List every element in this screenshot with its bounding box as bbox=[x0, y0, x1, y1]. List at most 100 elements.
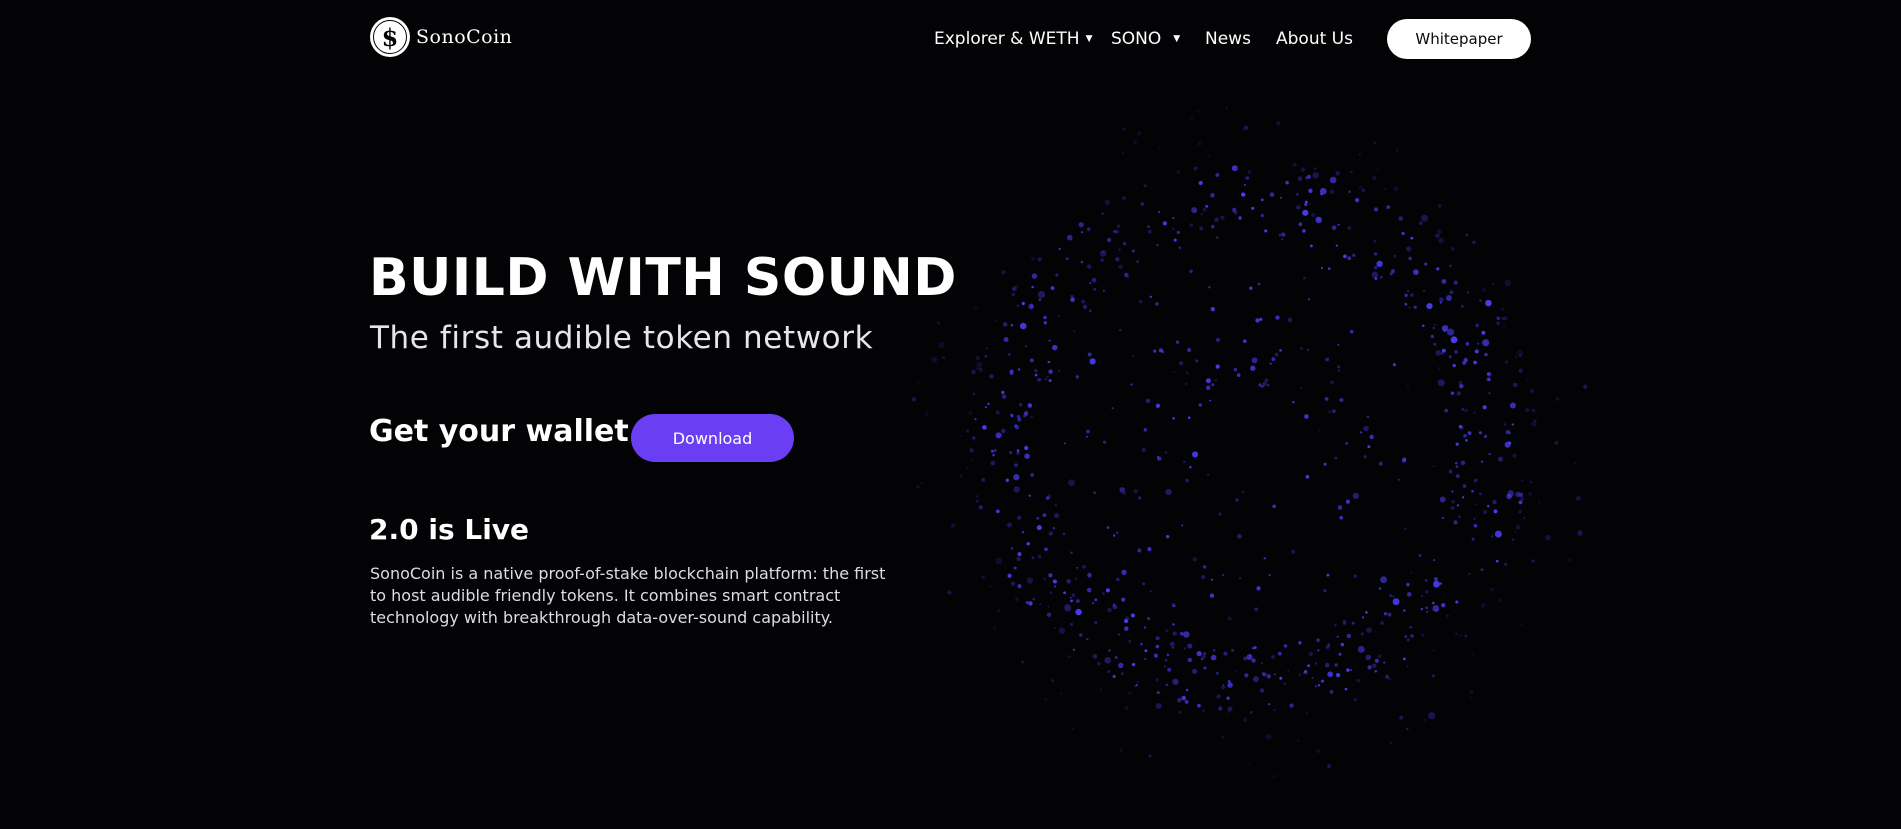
particle-dot bbox=[1198, 403, 1202, 407]
particle-dot bbox=[1503, 562, 1507, 566]
particle-dot bbox=[1413, 305, 1417, 309]
particle-dot bbox=[982, 425, 987, 430]
particle-dot bbox=[1409, 626, 1412, 629]
particle-dot bbox=[1143, 184, 1147, 188]
particle-dot bbox=[1143, 428, 1148, 432]
particle-dot bbox=[1307, 664, 1310, 668]
particle-dot bbox=[975, 499, 980, 503]
particle-dot bbox=[1230, 648, 1235, 652]
nav-item-about-us[interactable]: About Us bbox=[1276, 18, 1353, 60]
caret-down-icon: ▼ bbox=[1173, 34, 1181, 44]
particle-dot bbox=[1046, 375, 1049, 378]
particle-dot bbox=[1511, 538, 1515, 541]
particle-dot bbox=[1420, 607, 1424, 611]
particle-dot bbox=[1068, 479, 1075, 487]
particle-dot bbox=[1199, 226, 1204, 231]
particle-dot bbox=[1147, 229, 1152, 234]
nav-item-explorer-weth[interactable]: Explorer & WETH ▼ bbox=[934, 18, 1092, 60]
particle-dot bbox=[1242, 717, 1248, 722]
particle-dot bbox=[1146, 616, 1151, 621]
particle-dot bbox=[1337, 369, 1340, 372]
particle-dot bbox=[1321, 679, 1324, 683]
particle-dot bbox=[1515, 356, 1517, 359]
particle-dot bbox=[978, 367, 983, 372]
nav-item-sono[interactable]: SONO ▼ bbox=[1111, 18, 1180, 60]
particle-dot bbox=[1366, 415, 1370, 419]
particle-dot bbox=[917, 381, 920, 384]
particle-dot bbox=[1376, 260, 1383, 267]
particle-dot bbox=[1050, 286, 1055, 291]
particle-dot bbox=[1439, 582, 1442, 585]
particle-dot bbox=[1037, 257, 1042, 262]
particle-dot bbox=[1076, 599, 1080, 603]
particle-dot bbox=[1406, 665, 1409, 668]
particle-dot bbox=[1011, 292, 1016, 297]
particle-dot bbox=[1034, 368, 1038, 373]
particle-dot bbox=[1485, 299, 1492, 307]
particle-dot bbox=[1016, 449, 1020, 452]
particle-dot bbox=[1421, 214, 1429, 222]
particle-dot bbox=[1216, 694, 1221, 699]
particle-dot bbox=[1262, 672, 1267, 677]
particle-dot bbox=[1496, 316, 1500, 321]
whitepaper-button[interactable]: Whitepaper bbox=[1387, 19, 1531, 59]
particle-dot bbox=[1373, 141, 1376, 145]
particle-dot bbox=[1013, 566, 1017, 570]
particle-dot bbox=[1215, 364, 1220, 369]
particle-dot bbox=[991, 449, 994, 453]
particle-dot bbox=[1189, 115, 1194, 120]
particle-dot bbox=[1105, 587, 1110, 592]
particle-dot bbox=[1353, 574, 1358, 578]
particle-dot bbox=[1279, 349, 1282, 352]
particle-dot bbox=[1233, 207, 1236, 210]
particle-dot bbox=[1099, 250, 1107, 257]
particle-dot bbox=[1117, 633, 1121, 636]
particle-dot bbox=[1094, 620, 1098, 624]
particle-dot bbox=[1262, 381, 1267, 387]
particle-dot bbox=[987, 402, 990, 406]
particle-dot bbox=[992, 453, 995, 457]
particle-dot bbox=[1032, 597, 1035, 601]
particle-dot bbox=[1178, 246, 1182, 250]
particle-dot bbox=[1211, 383, 1215, 387]
download-button[interactable]: Download bbox=[631, 414, 794, 462]
particle-dot bbox=[1332, 409, 1336, 413]
site-header: $ SonoCoin Explorer & WETH ▼ SONO ▼ News… bbox=[0, 0, 1901, 78]
particle-dot bbox=[974, 418, 977, 421]
particle-dot bbox=[1506, 493, 1512, 500]
particle-dot bbox=[1406, 638, 1410, 642]
particle-dot bbox=[1451, 246, 1455, 251]
particle-dot bbox=[1148, 754, 1152, 758]
nav-item-news[interactable]: News bbox=[1205, 18, 1251, 60]
particle-dot bbox=[1315, 662, 1318, 665]
particle-dot bbox=[1469, 690, 1474, 695]
particle-dot bbox=[1155, 702, 1162, 710]
particle-dot bbox=[1478, 299, 1483, 303]
particle-dot bbox=[1273, 673, 1277, 676]
particle-dot bbox=[1053, 626, 1056, 629]
particle-dot bbox=[1350, 669, 1353, 671]
particle-dot bbox=[984, 406, 987, 409]
particle-dot bbox=[1432, 601, 1435, 605]
particle-dot bbox=[1123, 242, 1127, 246]
logo[interactable]: $ SonoCoin bbox=[370, 15, 512, 59]
particle-dot bbox=[1357, 645, 1365, 653]
particle-dot bbox=[1181, 524, 1184, 527]
particle-dot bbox=[1345, 499, 1350, 504]
particle-dot bbox=[1133, 489, 1138, 494]
particle-dot bbox=[1408, 256, 1412, 261]
particle-dot bbox=[1380, 576, 1388, 584]
logo-glyph: $ bbox=[373, 20, 407, 54]
particle-dot bbox=[1267, 383, 1270, 387]
particle-dot bbox=[1347, 226, 1352, 231]
particle-dot bbox=[1545, 534, 1551, 541]
particle-dot bbox=[1060, 692, 1063, 695]
particle-dot bbox=[1371, 271, 1379, 278]
particle-dot bbox=[1413, 269, 1419, 275]
particle-dot bbox=[1384, 188, 1387, 191]
particle-dot bbox=[1247, 762, 1250, 766]
particle-dot bbox=[1530, 481, 1532, 484]
particle-dot bbox=[1464, 233, 1469, 237]
particle-dot bbox=[1481, 330, 1486, 335]
particle-dot bbox=[1404, 293, 1408, 298]
